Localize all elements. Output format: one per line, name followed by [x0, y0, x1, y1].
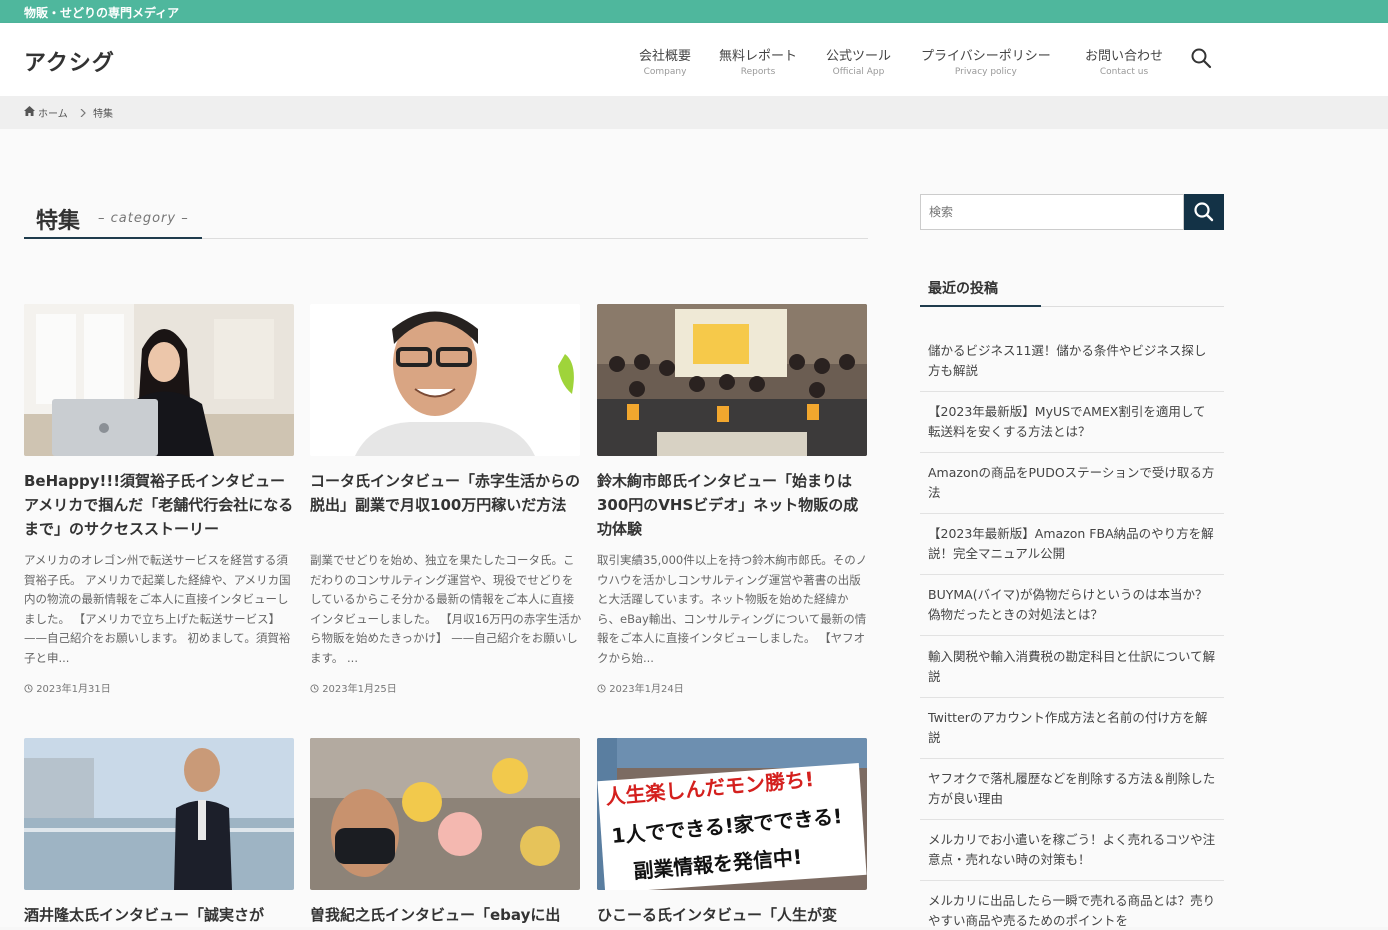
- recent-post-item[interactable]: メルカリでお小遣いを稼ごう！よく売れるコツや注意点・売れない時の対策も！: [920, 830, 1224, 881]
- nav-label: 無料レポート: [719, 49, 798, 64]
- article-thumbnail[interactable]: 人生楽しんだモン勝ち! 1人でできる!家でできる! 副業情報を発信中!: [597, 738, 867, 890]
- recent-post-link[interactable]: 【2023年最新版】MyUSでAMEX割引を適用して転送料を安くする方法とは？: [920, 402, 1224, 441]
- nav-company[interactable]: 会社概要 Company: [639, 45, 691, 77]
- nav-reports[interactable]: 無料レポート Reports: [719, 45, 797, 77]
- recent-post-item[interactable]: BUYMA(バイマ)が偽物だらけというのは本当か？偽物だったときの対処法とは？: [920, 585, 1224, 636]
- article-thumbnail[interactable]: [24, 304, 294, 456]
- recent-post-item[interactable]: 【2023年最新版】MyUSでAMEX割引を適用して転送料を安くする方法とは？: [920, 402, 1224, 453]
- recent-post-item[interactable]: 輸入関税や輸入消費税の勘定科目と仕訳について解説: [920, 647, 1224, 698]
- breadcrumb-current: 特集: [93, 109, 113, 120]
- recent-post-link[interactable]: 儲かるビジネス11選！儲かる条件やビジネス探し方も解説: [920, 341, 1224, 380]
- breadcrumb: ホーム 特集: [0, 96, 1388, 129]
- recent-post-item[interactable]: メルカリに出品したら一瞬で売れる商品とは？売りやすい商品や売るためのポイントを: [920, 891, 1224, 930]
- article-thumbnail[interactable]: [310, 304, 580, 456]
- clock-icon: [310, 684, 319, 693]
- nav-label: 公式ツール: [826, 49, 892, 64]
- widget-accent: [920, 305, 1041, 307]
- recent-post-item[interactable]: 儲かるビジネス11選！儲かる条件やビジネス探し方も解説: [920, 341, 1224, 392]
- page-subtitle: – category –: [98, 211, 189, 226]
- article-thumbnail[interactable]: [24, 738, 294, 890]
- recent-post-link[interactable]: Amazonの商品をPUDOステーションで受け取る方法: [920, 463, 1224, 502]
- recent-posts-title: 最近の投稿: [928, 281, 998, 297]
- article-thumbnail[interactable]: [310, 738, 580, 890]
- search-input[interactable]: [921, 195, 1177, 229]
- recent-post-link[interactable]: BUYMA(バイマ)が偽物だらけというのは本当か？偽物だったときの対処法とは？: [920, 585, 1224, 624]
- article-excerpt: アメリカのオレゴン州で転送サービスを経営する須賀裕子氏。 アメリカで起業した経緯…: [24, 553, 291, 665]
- clock-icon: [24, 684, 33, 693]
- recent-post-link[interactable]: 輸入関税や輸入消費税の勘定科目と仕訳について解説: [920, 647, 1224, 686]
- nav-label: プライバシーポリシー: [921, 49, 1051, 64]
- article-title[interactable]: 曽我紀之氏インタビュー「ebayに出: [310, 903, 582, 927]
- search-icon[interactable]: [1190, 47, 1212, 69]
- recent-post-item[interactable]: ヤフオクで落札履歴などを削除する方法＆削除した方が良い理由: [920, 769, 1224, 820]
- nav-official-app[interactable]: 公式ツール Official App: [826, 45, 891, 77]
- nav-label: お問い合わせ: [1085, 49, 1164, 64]
- article-excerpt: 副業でせどりを始め、独立を果たしたコータ氏。こだわりのコンサルティング運営や、現…: [310, 553, 582, 665]
- chevron-right-icon: [80, 109, 86, 117]
- nav-privacy-policy[interactable]: プライバシーポリシー Privacy policy: [921, 45, 1051, 77]
- recent-post-link[interactable]: メルカリに出品したら一瞬で売れる商品とは？売りやすい商品や売るためのポイントを: [920, 891, 1224, 930]
- nav-sublabel: Company: [643, 67, 687, 77]
- recent-post-item[interactable]: Twitterのアカウント作成方法と名前の付け方を解説: [920, 708, 1224, 759]
- title-accent: [24, 237, 202, 239]
- article-date: 2023年1月31日: [24, 680, 111, 695]
- recent-post-link[interactable]: ヤフオクで落札履歴などを削除する方法＆削除した方が良い理由: [920, 769, 1224, 808]
- nav-sublabel: Reports: [740, 67, 776, 77]
- recent-post-item[interactable]: 【2023年最新版】Amazon FBA納品のやり方を解説！完全マニュアル公開: [920, 524, 1224, 575]
- search-button[interactable]: [1184, 194, 1224, 230]
- nav-sublabel: Privacy policy: [954, 67, 1017, 77]
- site-tagline: 物販・せどりの専門メディア: [24, 6, 180, 20]
- article-title[interactable]: 酒井隆太氏インタビュー「誠実さが: [24, 903, 296, 927]
- site-logo[interactable]: アクシグ: [24, 45, 115, 77]
- site-tagline-bar: 物販・せどりの専門メディア: [0, 0, 1388, 23]
- home-icon[interactable]: [24, 106, 35, 116]
- page-title: 特集: [36, 209, 81, 234]
- nav-sublabel: Official App: [832, 67, 885, 77]
- article-title[interactable]: ひこーる氏インタビュー「人生が変: [597, 903, 869, 927]
- recent-post-link[interactable]: メルカリでお小遣いを稼ごう！よく売れるコツや注意点・売れない時の対策も！: [920, 830, 1224, 869]
- breadcrumb-home[interactable]: ホーム: [38, 105, 68, 120]
- recent-post-link[interactable]: 【2023年最新版】Amazon FBA納品のやり方を解説！完全マニュアル公開: [920, 524, 1224, 563]
- article-date-text: 2023年1月24日: [609, 684, 684, 695]
- nav-label: 会社概要: [639, 49, 692, 64]
- main-content: 特集 – category – BeHappy!!!須賀裕子氏インタビュー アメ…: [0, 129, 1388, 930]
- article-date-text: 2023年1月25日: [322, 684, 397, 695]
- article-excerpt: 取引実績35,000件以上を持つ鈴木絢市郎氏。そのノウハウを活かしコンサルティン…: [597, 553, 868, 665]
- article-date: 2023年1月25日: [310, 680, 397, 695]
- article-title[interactable]: BeHappy!!!須賀裕子氏インタビュー アメリカで掴んだ「老舗代行会社になる…: [24, 469, 296, 541]
- nav-contact[interactable]: お問い合わせ Contact us: [1085, 45, 1163, 77]
- sidebar-search-box: [920, 194, 1184, 230]
- search-icon: [1194, 202, 1214, 222]
- recent-post-item[interactable]: Amazonの商品をPUDOステーションで受け取る方法: [920, 463, 1224, 514]
- article-date-text: 2023年1月31日: [36, 684, 111, 695]
- site-header: アクシグ 会社概要 Company 無料レポート Reports 公式ツール O…: [0, 23, 1388, 96]
- article-date: 2023年1月24日: [597, 680, 684, 695]
- nav-sublabel: Contact us: [1099, 67, 1149, 77]
- article-title[interactable]: コータ氏インタビュー「赤字生活からの脱出」副業で月収100万円稼いだ方法: [310, 469, 582, 517]
- recent-post-link[interactable]: Twitterのアカウント作成方法と名前の付け方を解説: [920, 708, 1224, 747]
- clock-icon: [597, 684, 606, 693]
- article-thumbnail[interactable]: [597, 304, 867, 456]
- article-title[interactable]: 鈴木絢市郎氏インタビュー「始まりは300円のVHSビデオ」ネット物販の成功体験: [597, 469, 869, 541]
